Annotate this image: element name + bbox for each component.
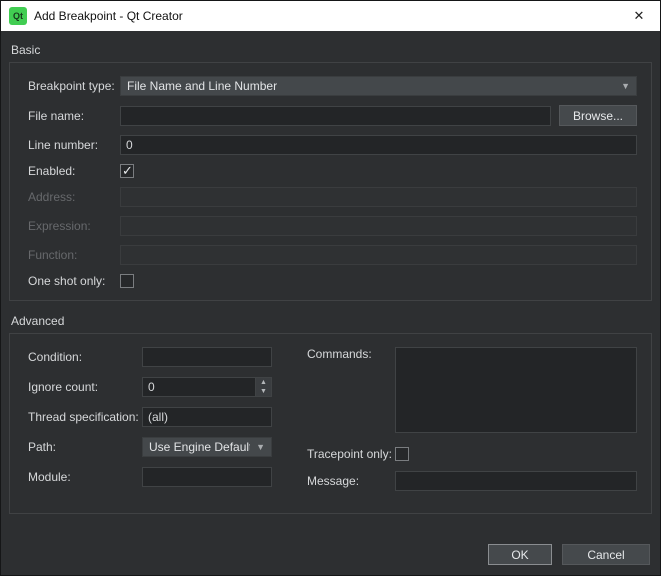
- breakpoint-type-select[interactable]: File Name and Line Number ▼: [120, 76, 637, 96]
- module-label: Module:: [28, 470, 142, 484]
- file-name-label: File name:: [28, 109, 120, 123]
- message-input[interactable]: [395, 471, 637, 491]
- line-number-label: Line number:: [28, 138, 120, 152]
- ignore-count-label: Ignore count:: [28, 380, 142, 394]
- advanced-group-frame: Condition: Ignore count: ▲ ▼: [9, 333, 652, 514]
- commands-textarea[interactable]: [395, 347, 637, 433]
- path-label: Path:: [28, 440, 142, 454]
- ignore-count-row: Ignore count: ▲ ▼: [28, 377, 280, 397]
- enabled-label: Enabled:: [28, 164, 120, 178]
- spin-buttons: ▲ ▼: [255, 377, 272, 397]
- enabled-row: Enabled:: [28, 164, 637, 178]
- file-name-row: File name: Browse...: [28, 105, 637, 126]
- thread-specification-label: Thread specification:: [28, 410, 142, 424]
- basic-group: Basic Breakpoint type: File Name and Lin…: [9, 43, 652, 301]
- basic-group-title: Basic: [11, 43, 652, 57]
- close-icon[interactable]: ✕: [618, 1, 660, 31]
- chevron-down-icon: ▼: [256, 442, 265, 452]
- dialog-body: Basic Breakpoint type: File Name and Lin…: [1, 31, 660, 576]
- tracepoint-only-checkbox[interactable]: [395, 447, 409, 461]
- browse-button[interactable]: Browse...: [559, 105, 637, 126]
- commands-label: Commands:: [307, 347, 395, 361]
- one-shot-label: One shot only:: [28, 274, 120, 288]
- message-row: Message:: [307, 471, 637, 491]
- add-breakpoint-dialog: Qt Add Breakpoint - Qt Creator ✕ Basic B…: [0, 0, 661, 576]
- titlebar[interactable]: Qt Add Breakpoint - Qt Creator ✕: [1, 1, 660, 31]
- breakpoint-type-row: Breakpoint type: File Name and Line Numb…: [28, 76, 637, 96]
- condition-input[interactable]: [142, 347, 272, 367]
- tracepoint-only-row: Tracepoint only:: [307, 447, 637, 461]
- address-label: Address:: [28, 190, 120, 204]
- address-input: [120, 187, 637, 207]
- condition-label: Condition:: [28, 350, 142, 364]
- thread-specification-input[interactable]: [142, 407, 272, 427]
- module-row: Module:: [28, 467, 280, 487]
- advanced-group: Advanced Condition: Ignore count:: [9, 314, 652, 514]
- ignore-count-input[interactable]: [142, 377, 255, 397]
- path-select[interactable]: Use Engine Default ▼: [142, 437, 272, 457]
- enabled-checkbox[interactable]: [120, 164, 134, 178]
- breakpoint-type-label: Breakpoint type:: [28, 79, 120, 93]
- thread-specification-row: Thread specification:: [28, 407, 280, 427]
- line-number-row: Line number:: [28, 135, 637, 155]
- function-row: Function:: [28, 245, 637, 265]
- cancel-button[interactable]: Cancel: [562, 544, 650, 565]
- tracepoint-only-label: Tracepoint only:: [307, 447, 395, 461]
- address-row: Address:: [28, 187, 637, 207]
- function-input: [120, 245, 637, 265]
- line-number-input[interactable]: [120, 135, 637, 155]
- spin-down-icon[interactable]: ▼: [256, 387, 271, 396]
- basic-group-frame: Breakpoint type: File Name and Line Numb…: [9, 62, 652, 301]
- qt-creator-icon: Qt: [9, 7, 27, 25]
- ignore-count-stepper: ▲ ▼: [142, 377, 272, 397]
- message-label: Message:: [307, 474, 395, 488]
- spin-up-icon[interactable]: ▲: [256, 378, 271, 387]
- condition-row: Condition:: [28, 347, 280, 367]
- expression-input: [120, 216, 637, 236]
- commands-row: Commands:: [307, 347, 637, 433]
- function-label: Function:: [28, 248, 120, 262]
- path-value: Use Engine Default: [149, 440, 250, 454]
- advanced-group-title: Advanced: [11, 314, 652, 328]
- window-title: Add Breakpoint - Qt Creator: [34, 9, 183, 23]
- advanced-left-column: Condition: Ignore count: ▲ ▼: [28, 347, 280, 497]
- expression-label: Expression:: [28, 219, 120, 233]
- expression-row: Expression:: [28, 216, 637, 236]
- path-row: Path: Use Engine Default ▼: [28, 437, 280, 457]
- one-shot-checkbox[interactable]: [120, 274, 134, 288]
- one-shot-row: One shot only:: [28, 274, 637, 288]
- advanced-right-column: Commands: Tracepoint only: Message:: [307, 347, 637, 501]
- ok-button[interactable]: OK: [488, 544, 552, 565]
- dialog-buttons: OK Cancel: [488, 544, 650, 565]
- module-input[interactable]: [142, 467, 272, 487]
- chevron-down-icon: ▼: [621, 81, 630, 91]
- file-name-input[interactable]: [120, 106, 551, 126]
- breakpoint-type-value: File Name and Line Number: [127, 79, 615, 93]
